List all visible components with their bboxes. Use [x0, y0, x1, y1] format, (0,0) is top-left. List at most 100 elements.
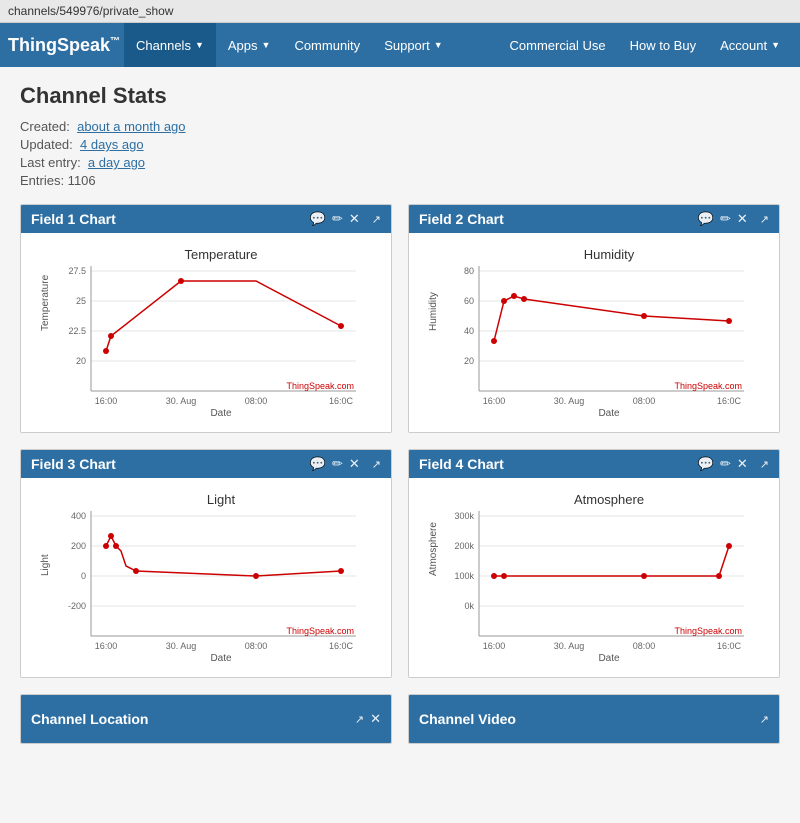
field2-chart-icons: 💬 ✏ ✕ ↗	[698, 211, 769, 227]
field2-svg-wrap: Humidity Humidity 80 60 40 20 16:00	[417, 241, 771, 424]
apps-caret: ▼	[262, 40, 271, 50]
field1-ytick-2: 22.5	[68, 326, 86, 336]
field3-svg-wrap: Light Light 400 200 0 -200 16:00	[29, 486, 383, 669]
field3-comment-icon[interactable]: 💬	[310, 456, 326, 472]
nav-how-to-buy[interactable]: How to Buy	[618, 23, 708, 67]
field4-comment-icon[interactable]: 💬	[698, 456, 714, 472]
svg-text:16:00: 16:00	[483, 641, 506, 651]
svg-text:20: 20	[464, 356, 474, 366]
field1-external-icon[interactable]: ↗	[372, 213, 381, 226]
nav-right: Commercial Use How to Buy Account▼	[498, 23, 792, 67]
field1-y-label: Temperature	[40, 274, 51, 331]
channel-location-close-icon[interactable]: ✕	[370, 711, 381, 727]
field2-title-text: Humidity	[584, 247, 635, 262]
svg-text:0: 0	[81, 571, 86, 581]
nav-channels[interactable]: Channels▼	[124, 23, 216, 67]
field1-ytick-3: 20	[76, 356, 86, 366]
browser-bar: channels/549976/private_show	[0, 0, 800, 23]
field4-chart-header: Field 4 Chart 💬 ✏ ✕ ↗	[409, 450, 779, 478]
nav-apps[interactable]: Apps▼	[216, 23, 283, 67]
svg-text:Date: Date	[598, 653, 620, 664]
svg-text:60: 60	[464, 296, 474, 306]
field3-chart-card: Field 3 Chart 💬 ✏ ✕ ↗ Light Light	[20, 449, 392, 678]
svg-text:08:00: 08:00	[245, 396, 268, 406]
channel-location-header: Channel Location ↗ ✕	[21, 695, 391, 743]
field3-chart-icons: 💬 ✏ ✕ ↗	[310, 456, 381, 472]
bottom-cards-grid: Channel Location ↗ ✕ Channel Video ↗	[20, 694, 780, 744]
field1-chart-title: Field 1 Chart	[31, 211, 116, 227]
field1-chart-card: Field 1 Chart 💬 ✏ ✕ ↗ Temperature Temper…	[20, 204, 392, 433]
svg-text:200k: 200k	[454, 541, 474, 551]
svg-text:30. Aug: 30. Aug	[554, 641, 585, 651]
field4-external-icon[interactable]: ↗	[760, 458, 769, 471]
brand-logo[interactable]: ThingSpeak™	[8, 35, 120, 56]
svg-text:-200: -200	[68, 601, 86, 611]
channel-video-title: Channel Video	[419, 711, 516, 727]
field2-thingspeak-label: ThingSpeak.com	[674, 381, 742, 391]
field4-thingspeak-label: ThingSpeak.com	[674, 626, 742, 636]
meta-updated: Updated: 4 days ago	[20, 137, 780, 152]
svg-text:0k: 0k	[464, 601, 474, 611]
browser-url: channels/549976/private_show	[8, 4, 173, 18]
svg-text:Date: Date	[210, 653, 232, 664]
channel-meta: Created: about a month ago Updated: 4 da…	[20, 119, 780, 188]
field1-svg: Temperature Temperature 27.5	[29, 241, 383, 421]
meta-entries: Entries: 1106	[20, 173, 780, 188]
svg-text:100k: 100k	[454, 571, 474, 581]
field1-close-icon[interactable]: ✕	[349, 211, 360, 227]
svg-text:16:00: 16:00	[95, 641, 118, 651]
channel-location-card: Channel Location ↗ ✕	[20, 694, 392, 744]
field2-close-icon[interactable]: ✕	[737, 211, 748, 227]
channel-video-header: Channel Video ↗	[409, 695, 779, 743]
field4-close-icon[interactable]: ✕	[737, 456, 748, 472]
channel-location-external-icon[interactable]: ↗	[355, 713, 364, 726]
meta-created: Created: about a month ago	[20, 119, 780, 134]
field3-edit-icon[interactable]: ✏	[332, 456, 343, 472]
nav-community[interactable]: Community	[282, 23, 372, 67]
charts-grid: Field 1 Chart 💬 ✏ ✕ ↗ Temperature Temper…	[20, 204, 780, 678]
meta-last-entry: Last entry: a day ago	[20, 155, 780, 170]
field4-chart-title: Field 4 Chart	[419, 456, 504, 472]
field2-comment-icon[interactable]: 💬	[698, 211, 714, 227]
channel-location-icons: ↗ ✕	[355, 711, 381, 727]
field1-edit-icon[interactable]: ✏	[332, 211, 343, 227]
channel-video-card: Channel Video ↗	[408, 694, 780, 744]
svg-text:30. Aug: 30. Aug	[554, 396, 585, 406]
svg-text:16:00: 16:00	[483, 396, 506, 406]
svg-text:16:0C: 16:0C	[329, 396, 354, 406]
svg-text:40: 40	[464, 326, 474, 336]
nav-account[interactable]: Account▼	[708, 23, 792, 67]
navbar: ThingSpeak™ Channels▼ Apps▼ Community Su…	[0, 23, 800, 67]
field3-svg: Light Light 400 200 0 -200 16:00	[29, 486, 383, 666]
channel-location-title: Channel Location	[31, 711, 148, 727]
field4-svg-wrap: Atmosphere Atmosphere 300k 200k 100k 0k	[417, 486, 771, 669]
svg-text:Date: Date	[210, 408, 232, 419]
field3-external-icon[interactable]: ↗	[372, 458, 381, 471]
nav-commercial-use[interactable]: Commercial Use	[498, 23, 618, 67]
field4-chart-card: Field 4 Chart 💬 ✏ ✕ ↗ Atmosphere Atmosph…	[408, 449, 780, 678]
channel-video-external-icon[interactable]: ↗	[760, 713, 769, 726]
field1-ytick-0: 27.5	[68, 266, 86, 276]
field4-edit-icon[interactable]: ✏	[720, 456, 731, 472]
svg-text:30. Aug: 30. Aug	[166, 396, 197, 406]
field2-chart-card: Field 2 Chart 💬 ✏ ✕ ↗ Humidity Humidity	[408, 204, 780, 433]
field2-external-icon[interactable]: ↗	[760, 213, 769, 226]
field2-data-line	[494, 296, 729, 341]
field3-chart-header: Field 3 Chart 💬 ✏ ✕ ↗	[21, 450, 391, 478]
channel-video-icons: ↗	[760, 713, 769, 726]
field1-svg-wrap: Temperature Temperature 27.5	[29, 241, 383, 424]
svg-text:200: 200	[71, 541, 86, 551]
support-caret: ▼	[434, 40, 443, 50]
field1-chart-icons: 💬 ✏ ✕ ↗	[310, 211, 381, 227]
page-title: Channel Stats	[20, 83, 780, 109]
nav-support[interactable]: Support▼	[372, 23, 454, 67]
field4-chart-body: Atmosphere Atmosphere 300k 200k 100k 0k	[409, 478, 779, 677]
field3-chart-title: Field 3 Chart	[31, 456, 116, 472]
field1-comment-icon[interactable]: 💬	[310, 211, 326, 227]
field4-data-line	[494, 546, 729, 576]
field1-ytick-1: 25	[76, 296, 86, 306]
field3-close-icon[interactable]: ✕	[349, 456, 360, 472]
field1-thingspeak-label: ThingSpeak.com	[286, 381, 354, 391]
svg-text:80: 80	[464, 266, 474, 276]
field2-edit-icon[interactable]: ✏	[720, 211, 731, 227]
